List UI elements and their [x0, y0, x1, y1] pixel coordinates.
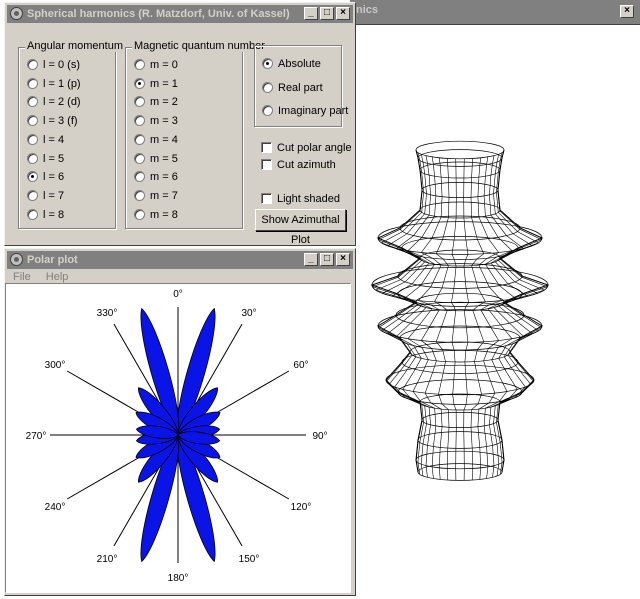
- polar-window-title: Polar plot: [27, 254, 78, 266]
- app-icon: [10, 7, 23, 20]
- maximize-button[interactable]: □: [320, 7, 334, 20]
- polar-titlebar: Polar plot _ □ ×: [7, 251, 353, 269]
- angular-momentum-radio[interactable]: [27, 77, 38, 89]
- magnetic-quantum-option-label: m = 1: [150, 77, 178, 90]
- cut-azimuth-box[interactable]: [261, 159, 272, 170]
- polar-minimize-button[interactable]: _: [304, 253, 318, 266]
- menu-file[interactable]: File: [13, 271, 31, 283]
- magnetic-quantum-radio[interactable]: [134, 59, 145, 70]
- angular-momentum-radio[interactable]: [27, 152, 38, 164]
- magnetic-quantum-option-label: m = 0: [150, 59, 178, 71]
- polar-angle-label: 240°: [45, 502, 66, 513]
- display-part-radio[interactable]: [262, 105, 273, 116]
- display-part-group: Absolute Real part Imaginary part: [254, 45, 348, 127]
- polar-app-icon: [10, 253, 23, 266]
- minimize-button[interactable]: _: [304, 7, 318, 20]
- display-part-radio[interactable]: [262, 58, 273, 69]
- angular-momentum-option-label: l = 3 (f): [43, 115, 78, 128]
- angular-momentum-option-label: l = 8: [43, 208, 65, 221]
- magnetic-quantum-radio[interactable]: [134, 189, 145, 201]
- polar-angle-label: 120°: [291, 502, 312, 513]
- background-window-title: nics: [356, 4, 379, 16]
- polar-plot-area: 0° 30° 60° 90° 120° 150° 180° 210° 240° 270° 300° 3…: [5, 283, 351, 593]
- magnetic-quantum-radio[interactable]: [134, 208, 145, 220]
- spherical-harmonics-window: Spherical harmonics (R. Matzdorf, Univ. …: [4, 2, 356, 246]
- close-button[interactable]: ×: [336, 7, 350, 20]
- display-part-radio[interactable]: [262, 81, 273, 93]
- cut-polar-angle-box[interactable]: [261, 142, 272, 153]
- display-part-option-label: Imaginary part: [278, 105, 349, 117]
- magnetic-quantum-radio[interactable]: [134, 152, 145, 164]
- magnetic-quantum-option-label: m = 2: [150, 96, 178, 109]
- magnetic-quantum-label: Magnetic quantum number: [132, 40, 267, 52]
- polar-angle-label: 180°: [168, 573, 189, 584]
- magnetic-quantum-option-label: m = 5: [150, 152, 178, 165]
- magnetic-quantum-option-label: m = 4: [150, 133, 178, 146]
- magnetic-quantum-radio[interactable]: [134, 77, 145, 89]
- polar-angle-label: 0°: [173, 289, 183, 300]
- angular-momentum-option-label: l = 7: [43, 189, 65, 202]
- polar-angle-label: 150°: [239, 554, 260, 565]
- angular-momentum-option-label: l = 5: [43, 152, 65, 165]
- angular-momentum-radio[interactable]: [27, 59, 38, 70]
- main-titlebar: Spherical harmonics (R. Matzdorf, Univ. …: [7, 5, 353, 23]
- magnetic-quantum-option-label: m = 6: [150, 171, 178, 184]
- magnetic-quantum-option-label: m = 7: [150, 189, 178, 202]
- angular-momentum-radio[interactable]: [27, 171, 38, 183]
- polar-angle-label: 30°: [241, 308, 256, 319]
- angular-momentum-option-label: l = 0 (s): [43, 59, 80, 71]
- spherical-harmonic-3d-surface[interactable]: [360, 130, 560, 490]
- angular-momentum-radio[interactable]: [27, 208, 38, 220]
- angular-momentum-option-label: l = 4: [43, 133, 65, 146]
- polar-angle-label: 330°: [97, 308, 118, 319]
- polar-angle-label: 300°: [45, 360, 66, 371]
- polar-angle-label: 60°: [293, 360, 308, 371]
- menu-help[interactable]: Help: [46, 271, 69, 283]
- angular-momentum-radio[interactable]: [27, 133, 38, 145]
- polar-angle-label: 210°: [97, 554, 118, 565]
- angular-momentum-option-label: l = 1 (p): [43, 77, 81, 90]
- polar-angle-label: 270°: [26, 431, 47, 442]
- cut-azimuth-label: Cut azimuth: [277, 159, 336, 171]
- magnetic-quantum-radio[interactable]: [134, 171, 145, 183]
- angular-momentum-radio[interactable]: [27, 189, 38, 201]
- polar-maximize-button[interactable]: □: [320, 253, 334, 266]
- polar-angle-label: 90°: [312, 431, 327, 442]
- light-shaded-box[interactable]: [261, 193, 272, 204]
- angular-momentum-group: Angular momentum l = 0 (s) l = 1 (p) l = 2…: [18, 40, 125, 229]
- show-azimuthal-plot-button[interactable]: Show Azimuthal Plot: [255, 209, 346, 246]
- magnetic-quantum-radio[interactable]: [134, 133, 145, 145]
- magnetic-quantum-radio[interactable]: [134, 96, 145, 108]
- display-part-option-label: Absolute: [278, 58, 321, 70]
- magnetic-quantum-radio[interactable]: [134, 115, 145, 127]
- light-shaded-label: Light shaded: [277, 193, 340, 205]
- polar-plot-chart: 0° 30° 60° 90° 120° 150° 180° 210° 240° 270° 300° 3…: [26, 289, 328, 584]
- main-window-title: Spherical harmonics (R. Matzdorf, Univ. …: [27, 8, 290, 20]
- angular-momentum-radio[interactable]: [27, 115, 38, 127]
- background-close-button[interactable]: ×: [620, 5, 634, 18]
- angular-momentum-label: Angular momentum: [25, 40, 125, 52]
- background-window-titlebar: nics ×: [350, 0, 640, 25]
- display-part-option-label: Real part: [278, 81, 323, 94]
- magnetic-quantum-group: Magnetic quantum number m = 0 m = 1 m = 2 m…: [125, 40, 267, 229]
- cut-polar-angle-label: Cut polar angle: [277, 142, 352, 154]
- angular-momentum-option-label: l = 6: [43, 171, 65, 184]
- magnetic-quantum-option-label: m = 3: [150, 115, 178, 128]
- angular-momentum-option-label: l = 2 (d): [43, 96, 81, 109]
- magnetic-quantum-option-label: m = 8: [150, 208, 178, 221]
- polar-close-button[interactable]: ×: [336, 253, 350, 266]
- angular-momentum-radio[interactable]: [27, 96, 38, 108]
